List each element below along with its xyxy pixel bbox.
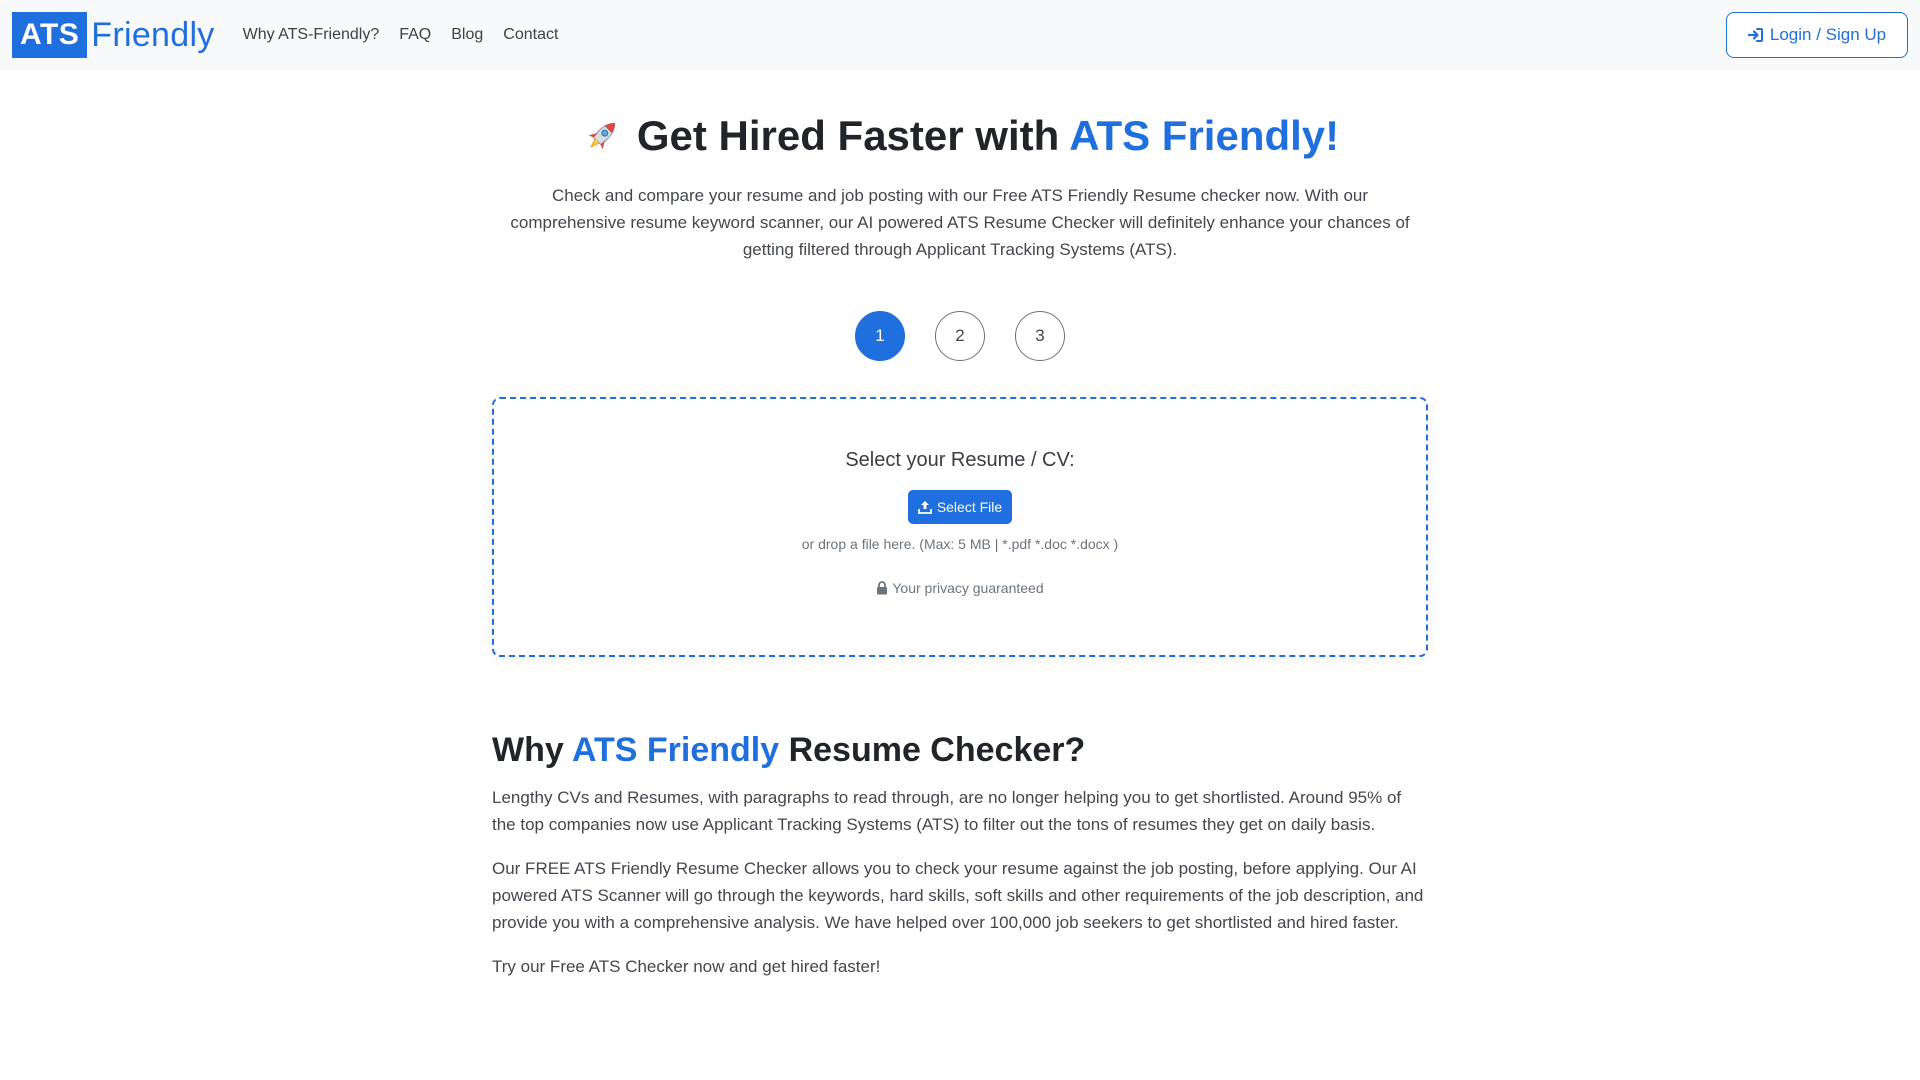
step-2[interactable]: 2 — [935, 311, 985, 361]
rocket-icon — [581, 115, 623, 157]
privacy-text: Your privacy guaranteed — [892, 580, 1044, 596]
why-paragraph-1: Lengthy CVs and Resumes, with paragraphs… — [492, 788, 1402, 834]
logo-ats-text: ATS — [12, 12, 88, 58]
top-navbar: ATS Friendly Why ATS-Friendly? FAQ Blog … — [0, 0, 1920, 70]
step-1[interactable]: 1 — [855, 311, 905, 361]
why-paragraph-3: Try our Free ATS Checker now and get hir… — [492, 957, 881, 976]
select-file-button[interactable]: Select File — [907, 490, 1013, 524]
nav-link-faq[interactable]: FAQ — [399, 26, 431, 44]
logo-friendly-text: Friendly — [91, 15, 215, 54]
sign-in-icon — [1747, 28, 1763, 42]
why-paragraph-2: Our FREE ATS Friendly Resume Checker all… — [492, 859, 1424, 932]
step-3[interactable]: 3 — [1015, 311, 1065, 361]
why-title-suffix: Resume Checker? — [779, 731, 1086, 769]
lock-icon — [877, 581, 888, 595]
nav-link-why-ats-friendly[interactable]: Why ATS-Friendly? — [243, 26, 380, 44]
resume-dropzone[interactable]: Select your Resume / CV: Select File or … — [492, 397, 1428, 657]
upload-icon — [917, 501, 932, 514]
why-title-accent: ATS Friendly — [571, 731, 780, 769]
why-title-prefix: Why — [492, 731, 572, 769]
hero-title-accent: ATS Friendly! — [1069, 112, 1340, 159]
upload-hint: or drop a file here. (Max: 5 MB | *.pdf … — [801, 536, 1119, 552]
main-content: Get Hired Faster with ATS Friendly! Chec… — [492, 70, 1428, 980]
login-signup-button[interactable]: Login / Sign Up — [1726, 12, 1908, 58]
hero-title: Get Hired Faster with ATS Friendly! — [492, 106, 1428, 166]
brand-logo[interactable]: ATS Friendly — [12, 12, 215, 58]
nav-link-contact[interactable]: Contact — [503, 26, 558, 44]
nav-link-blog[interactable]: Blog — [451, 26, 483, 44]
login-signup-label: Login / Sign Up — [1769, 25, 1887, 44]
step-indicator: 1 2 3 — [492, 311, 1428, 361]
why-section-title: Why ATS Friendly Resume Checker? — [492, 731, 1428, 770]
upload-label: Select your Resume / CV: — [845, 449, 1075, 471]
select-file-label: Select File — [936, 499, 1003, 515]
privacy-note: Your privacy guaranteed — [876, 580, 1044, 596]
hero-subtitle: Check and compare your resume and job po… — [510, 186, 1410, 259]
hero-title-prefix: Get Hired Faster with — [636, 112, 1060, 159]
main-nav: Why ATS-Friendly? FAQ Blog Contact — [233, 26, 569, 44]
